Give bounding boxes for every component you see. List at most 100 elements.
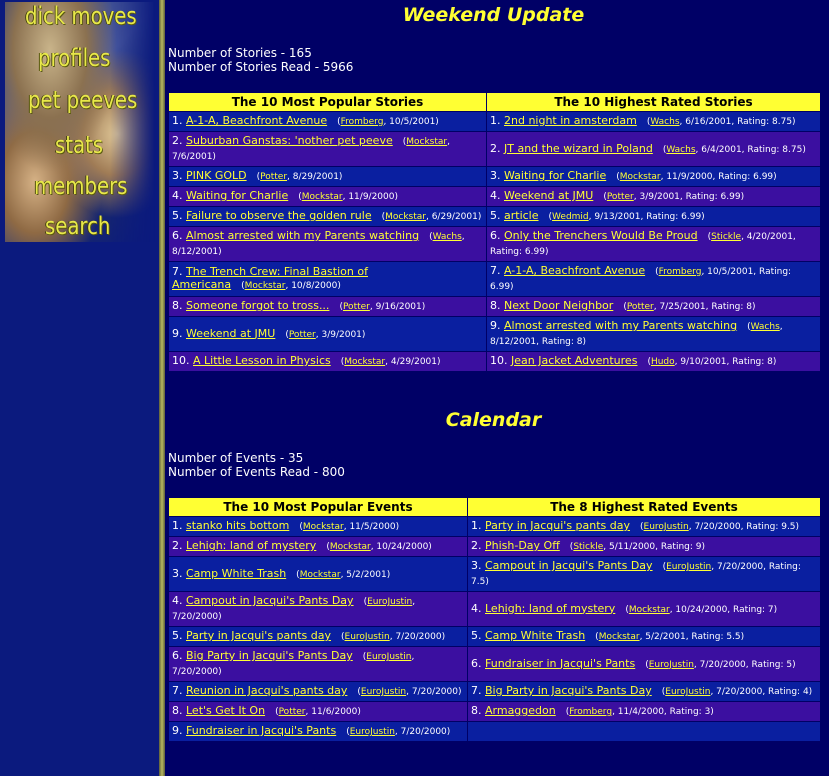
story-title-link[interactable]: Weekend at JMU <box>186 327 275 340</box>
story-title-link[interactable]: Someone forgot to tross... <box>186 299 329 312</box>
author-link[interactable]: EuroJustin <box>644 522 689 532</box>
author-link[interactable]: Wachs <box>433 232 462 242</box>
author-link[interactable]: Stickle <box>711 232 741 242</box>
author-link[interactable]: Mockstar <box>629 605 670 615</box>
rank-number: 7. <box>172 265 183 278</box>
event-rated-cell: 5. Camp White Trash (Mockstar, 5/2/2001, … <box>468 627 820 646</box>
story-title-link[interactable]: PINK GOLD <box>186 169 247 182</box>
story-title-link[interactable]: Jean Jacket Adventures <box>511 354 637 367</box>
event-title-link[interactable]: Big Party in Jacqui's Pants Day <box>186 649 353 662</box>
author-link[interactable]: Wachs <box>751 322 780 332</box>
story-title-link[interactable]: A Little Lesson in Physics <box>193 354 331 367</box>
author-link[interactable]: Mockstar <box>620 172 661 182</box>
author-link[interactable]: Mockstar <box>330 542 371 552</box>
rank-number: 4. <box>172 594 183 607</box>
author-link[interactable]: Potter <box>627 302 654 312</box>
author-link[interactable]: Wachs <box>650 117 679 127</box>
event-title-link[interactable]: Big Party in Jacqui's Pants Day <box>485 684 652 697</box>
story-title-link[interactable]: Almost arrested with my Parents watching <box>504 319 737 332</box>
author-link[interactable]: EuroJustin <box>665 687 710 697</box>
table-row: 9. Weekend at JMU (Potter, 3/9/2001) 9. Al… <box>169 317 820 351</box>
event-popular-cell: 1. stanko hits bottom (Mockstar, 11/5/200… <box>169 517 467 536</box>
nav-link-members[interactable]: members <box>34 172 127 200</box>
event-date-info: , 7/20/2000, Rating: 9.5) <box>688 522 800 532</box>
event-title-link[interactable]: Campout in Jacqui's Pants Day <box>186 594 354 607</box>
event-meta: (Mockstar, 10/24/2000) <box>326 542 432 552</box>
author-link[interactable]: Fromberg <box>659 267 702 277</box>
event-title-link[interactable]: Camp White Trash <box>186 567 286 580</box>
event-title-link[interactable]: Party in Jacqui's pants day <box>485 519 630 532</box>
story-title-link[interactable]: A-1-A, Beachfront Avenue <box>504 264 645 277</box>
author-link[interactable]: EuroJustin <box>366 652 411 662</box>
author-link[interactable]: Potter <box>343 302 370 312</box>
event-title-link[interactable]: Armaggedon <box>485 704 556 717</box>
author-link[interactable]: Mockstar <box>302 192 343 202</box>
author-link[interactable]: Fromberg <box>341 117 384 127</box>
author-link[interactable]: Mockstar <box>344 357 385 367</box>
story-date-info: , 4/29/2001) <box>385 357 441 367</box>
sidebar: dick moves profiles pet peeves stats mem… <box>0 0 159 776</box>
author-link[interactable]: Mockstar <box>406 137 447 147</box>
story-title-link[interactable]: A-1-A, Beachfront Avenue <box>186 114 327 127</box>
story-meta: (Hudo, 9/10/2001, Rating: 8) <box>647 357 777 367</box>
author-link[interactable]: EuroJustin <box>345 632 390 642</box>
author-link[interactable]: Mockstar <box>385 212 426 222</box>
author-link[interactable]: Mockstar <box>599 632 640 642</box>
event-meta: (Mockstar, 11/5/2000) <box>299 522 400 532</box>
story-title-link[interactable]: Failure to observe the golden rule <box>186 209 372 222</box>
story-title-link[interactable]: JT and the wizard in Poland <box>504 142 653 155</box>
story-title-link[interactable]: Weekend at JMU <box>504 189 593 202</box>
author-link[interactable]: Potter <box>607 192 634 202</box>
story-title-link[interactable]: Suburban Ganstas: 'nother pet peeve <box>186 134 393 147</box>
event-title-link[interactable]: Fundraiser in Jacqui's Pants <box>485 657 635 670</box>
event-title-link[interactable]: Lehigh: land of mystery <box>485 602 615 615</box>
story-title-link[interactable]: Waiting for Charlie <box>186 189 288 202</box>
event-title-link[interactable]: stanko hits bottom <box>186 519 289 532</box>
event-popular-cell: 6. Big Party in Jacqui's Pants Day (EuroJ… <box>169 647 467 681</box>
author-link[interactable]: EuroJustin <box>367 597 412 607</box>
author-link[interactable]: Wedmid <box>552 212 589 222</box>
event-title-link[interactable]: Phish-Day Off <box>485 539 560 552</box>
event-meta: (Mockstar, 10/24/2000, Rating: 7) <box>625 604 778 615</box>
event-title-link[interactable]: Camp White Trash <box>485 629 585 642</box>
author-link[interactable]: Fromberg <box>569 707 612 717</box>
nav-link-search[interactable]: search <box>45 212 110 240</box>
author-link[interactable]: Hudo <box>651 357 675 367</box>
story-rated-cell: 5. article (Wedmid, 9/13/2001, Rating: 6.… <box>487 207 820 226</box>
story-title-link[interactable]: Waiting for Charlie <box>504 169 606 182</box>
table-row: 6. Almost arrested with my Parents watch… <box>169 227 820 261</box>
author-link[interactable]: Wachs <box>666 145 695 155</box>
story-title-link[interactable]: Next Door Neighbor <box>504 299 613 312</box>
event-date-info: , 10/24/2000, Rating: 7) <box>669 604 778 615</box>
author-link[interactable]: Potter <box>289 330 316 340</box>
author-link[interactable]: EuroJustin <box>350 727 395 737</box>
rank-number: 4. <box>471 601 482 615</box>
author-link[interactable]: EuroJustin <box>361 687 406 697</box>
story-title-link[interactable]: article <box>504 209 539 222</box>
event-title-link[interactable]: Reunion in Jacqui's pants day <box>186 684 347 697</box>
nav-link-dick-moves[interactable]: dick moves <box>25 2 137 30</box>
rank-number: 3. <box>490 169 501 182</box>
story-date-info: , 8/29/2001) <box>287 172 343 182</box>
nav-link-pet-peeves[interactable]: pet peeves <box>28 86 137 114</box>
story-title-link[interactable]: Only the Trenchers Would Be Proud <box>504 229 698 242</box>
event-title-link[interactable]: Let's Get It On <box>186 704 265 717</box>
author-link[interactable]: Mockstar <box>245 281 286 291</box>
nav-link-profiles[interactable]: profiles <box>38 44 110 72</box>
event-title-link[interactable]: Lehigh: land of mystery <box>186 539 316 552</box>
author-link[interactable]: Potter <box>260 172 287 182</box>
author-link[interactable]: Mockstar <box>303 522 344 532</box>
event-title-link[interactable]: Fundraiser in Jacqui's Pants <box>186 724 336 737</box>
author-link[interactable]: Mockstar <box>300 570 341 580</box>
story-meta: (Mockstar, 10/8/2000) <box>241 281 341 291</box>
nav-link-stats[interactable]: stats <box>55 131 103 159</box>
story-title-link[interactable]: 2nd night in amsterdam <box>504 114 637 127</box>
story-title-link[interactable]: Almost arrested with my Parents watching <box>186 229 419 242</box>
author-link[interactable]: EuroJustin <box>666 562 711 572</box>
author-link[interactable]: Potter <box>279 707 306 717</box>
event-title-link[interactable]: Campout in Jacqui's Pants Day <box>485 559 653 572</box>
event-popular-cell: 4. Campout in Jacqui's Pants Day (EuroJus… <box>169 592 467 626</box>
event-title-link[interactable]: Party in Jacqui's pants day <box>186 629 331 642</box>
author-link[interactable]: EuroJustin <box>649 660 694 670</box>
author-link[interactable]: Stickle <box>573 542 603 552</box>
